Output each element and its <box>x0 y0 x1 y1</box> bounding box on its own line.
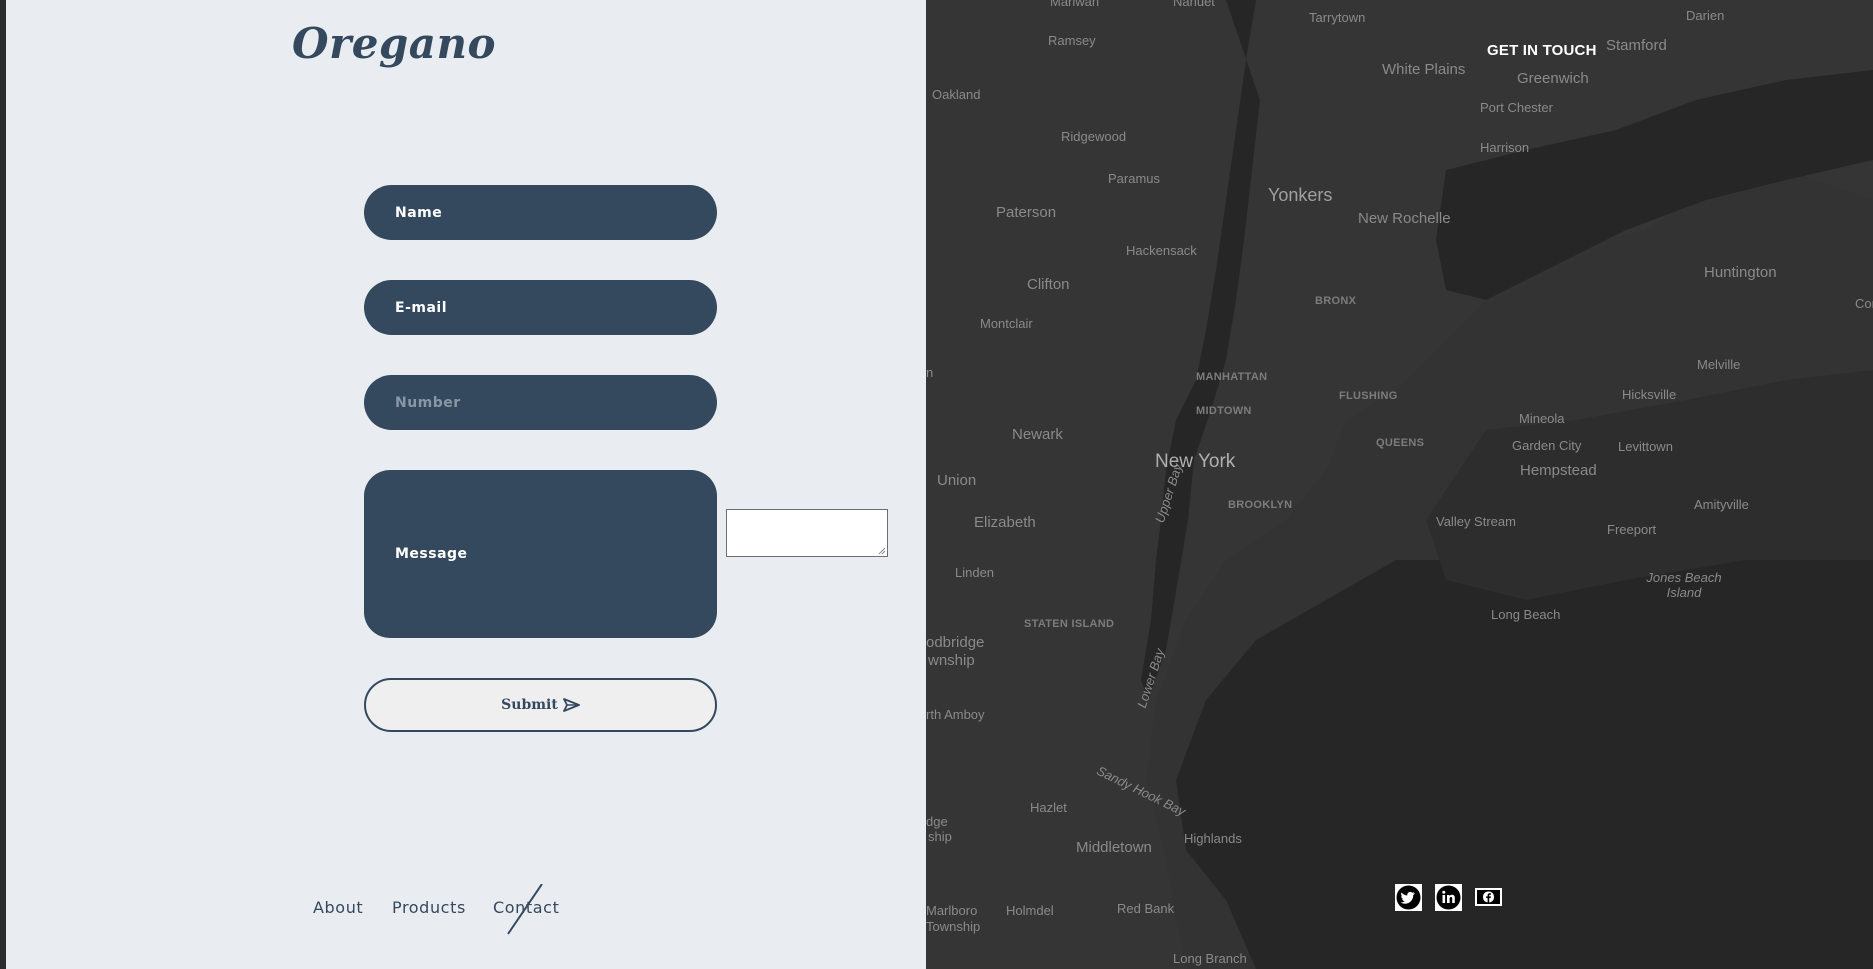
map-area[interactable]: Marlwah Nanuet Tarrytown Darien Ramsey W… <box>926 0 1873 969</box>
map-label: FLUSHING <box>1339 390 1398 402</box>
map-label: New Rochelle <box>1358 210 1451 227</box>
map-label: Greenwich <box>1517 70 1589 87</box>
map-label: Hazlet <box>1030 800 1067 815</box>
map-label: Jones Beach Island <box>1646 570 1722 600</box>
map-label: Hempstead <box>1520 462 1597 479</box>
get-in-touch-heading: GET IN TOUCH <box>1487 42 1597 59</box>
map-label: odbridge <box>926 634 985 651</box>
nav-about[interactable]: About <box>313 898 363 917</box>
message-field[interactable]: Message <box>364 470 717 638</box>
map-label: Valley Stream <box>1436 514 1516 529</box>
map-label: Melville <box>1697 357 1741 372</box>
map-label: Paterson <box>996 204 1057 221</box>
map-label: Nanuet <box>1173 0 1215 9</box>
message-field-label: Message <box>395 546 468 562</box>
map-label: wnship <box>928 652 975 669</box>
submit-button[interactable]: Submit <box>364 678 717 732</box>
message-textarea[interactable] <box>726 509 888 557</box>
map-label: Linden <box>955 565 995 580</box>
map-label: Hicksville <box>1622 387 1677 402</box>
map-label: Township <box>926 919 981 934</box>
active-slash-indicator <box>507 884 543 935</box>
map-label: Darien <box>1686 8 1725 23</box>
send-icon <box>562 698 580 712</box>
map-label: Mineola <box>1519 411 1565 426</box>
map-label: MIDTOWN <box>1196 405 1252 417</box>
map-label: Long Branch <box>1173 951 1247 966</box>
map-label: Levittown <box>1618 439 1673 454</box>
name-field-label: Name <box>395 204 443 221</box>
logo-text: Oregano <box>292 19 497 68</box>
email-field-label: E-mail <box>395 299 448 316</box>
submit-label: Submit <box>501 697 558 713</box>
map-label: Middletown <box>1076 839 1152 856</box>
twitter-icon[interactable] <box>1395 884 1422 911</box>
map-water <box>926 0 1873 969</box>
map-label: Paramus <box>1108 171 1161 186</box>
map-label: Garden City <box>1512 438 1582 453</box>
map-label: Long Beach <box>1491 607 1561 622</box>
linkedin-icon[interactable] <box>1435 884 1462 911</box>
map-label: Ridgewood <box>1061 129 1127 144</box>
map-label: Elizabeth <box>974 514 1036 531</box>
email-field[interactable]: E-mail <box>364 280 717 335</box>
map-label: Holmdel <box>1006 903 1054 918</box>
facebook-icon[interactable] <box>1475 888 1502 906</box>
map-label: Port Chester <box>1480 100 1553 115</box>
map-label: Clifton <box>1027 276 1070 293</box>
number-field-placeholder: Number <box>395 394 461 411</box>
name-field[interactable]: Name <box>364 185 717 240</box>
nav-products[interactable]: Products <box>392 898 466 917</box>
resize-grip-icon[interactable] <box>878 547 886 555</box>
map-label: Highlands <box>1184 831 1242 846</box>
map-label: Red Bank <box>1117 901 1175 916</box>
map-label: ship <box>928 829 952 844</box>
map-label: STATEN ISLAND <box>1024 618 1115 630</box>
map-label: Harrison <box>1480 140 1530 155</box>
map-label: dge <box>926 814 948 829</box>
map-label: rth Amboy <box>926 707 985 722</box>
map-label: Union <box>937 472 977 489</box>
map-label: Amityville <box>1694 497 1749 512</box>
map-label: BRONX <box>1315 295 1357 307</box>
map-label: Com <box>1855 296 1873 311</box>
map-label: Oakland <box>932 87 981 102</box>
map-label: White Plains <box>1382 61 1466 78</box>
map-label: Yonkers <box>1268 185 1333 205</box>
map-label: Freeport <box>1607 522 1657 537</box>
map-label: Marlwah <box>1050 0 1100 9</box>
map-label: Huntington <box>1704 264 1777 281</box>
map-label: Hackensack <box>1126 243 1197 258</box>
map-label: QUEENS <box>1376 437 1425 449</box>
oregano-logo[interactable]: Oregano <box>292 23 496 66</box>
map-label: BROOKLYN <box>1228 499 1293 511</box>
map-label: MANHATTAN <box>1196 371 1268 383</box>
map-label: Ramsey <box>1048 33 1096 48</box>
map-label: Newark <box>1012 426 1063 443</box>
map-label: Montclair <box>980 316 1033 331</box>
map-label: Marlboro <box>926 903 978 918</box>
map-label: Tarrytown <box>1309 10 1366 25</box>
number-field[interactable]: Number <box>364 375 717 430</box>
map-label: Stamford <box>1606 37 1667 54</box>
map-label: n <box>926 365 934 380</box>
